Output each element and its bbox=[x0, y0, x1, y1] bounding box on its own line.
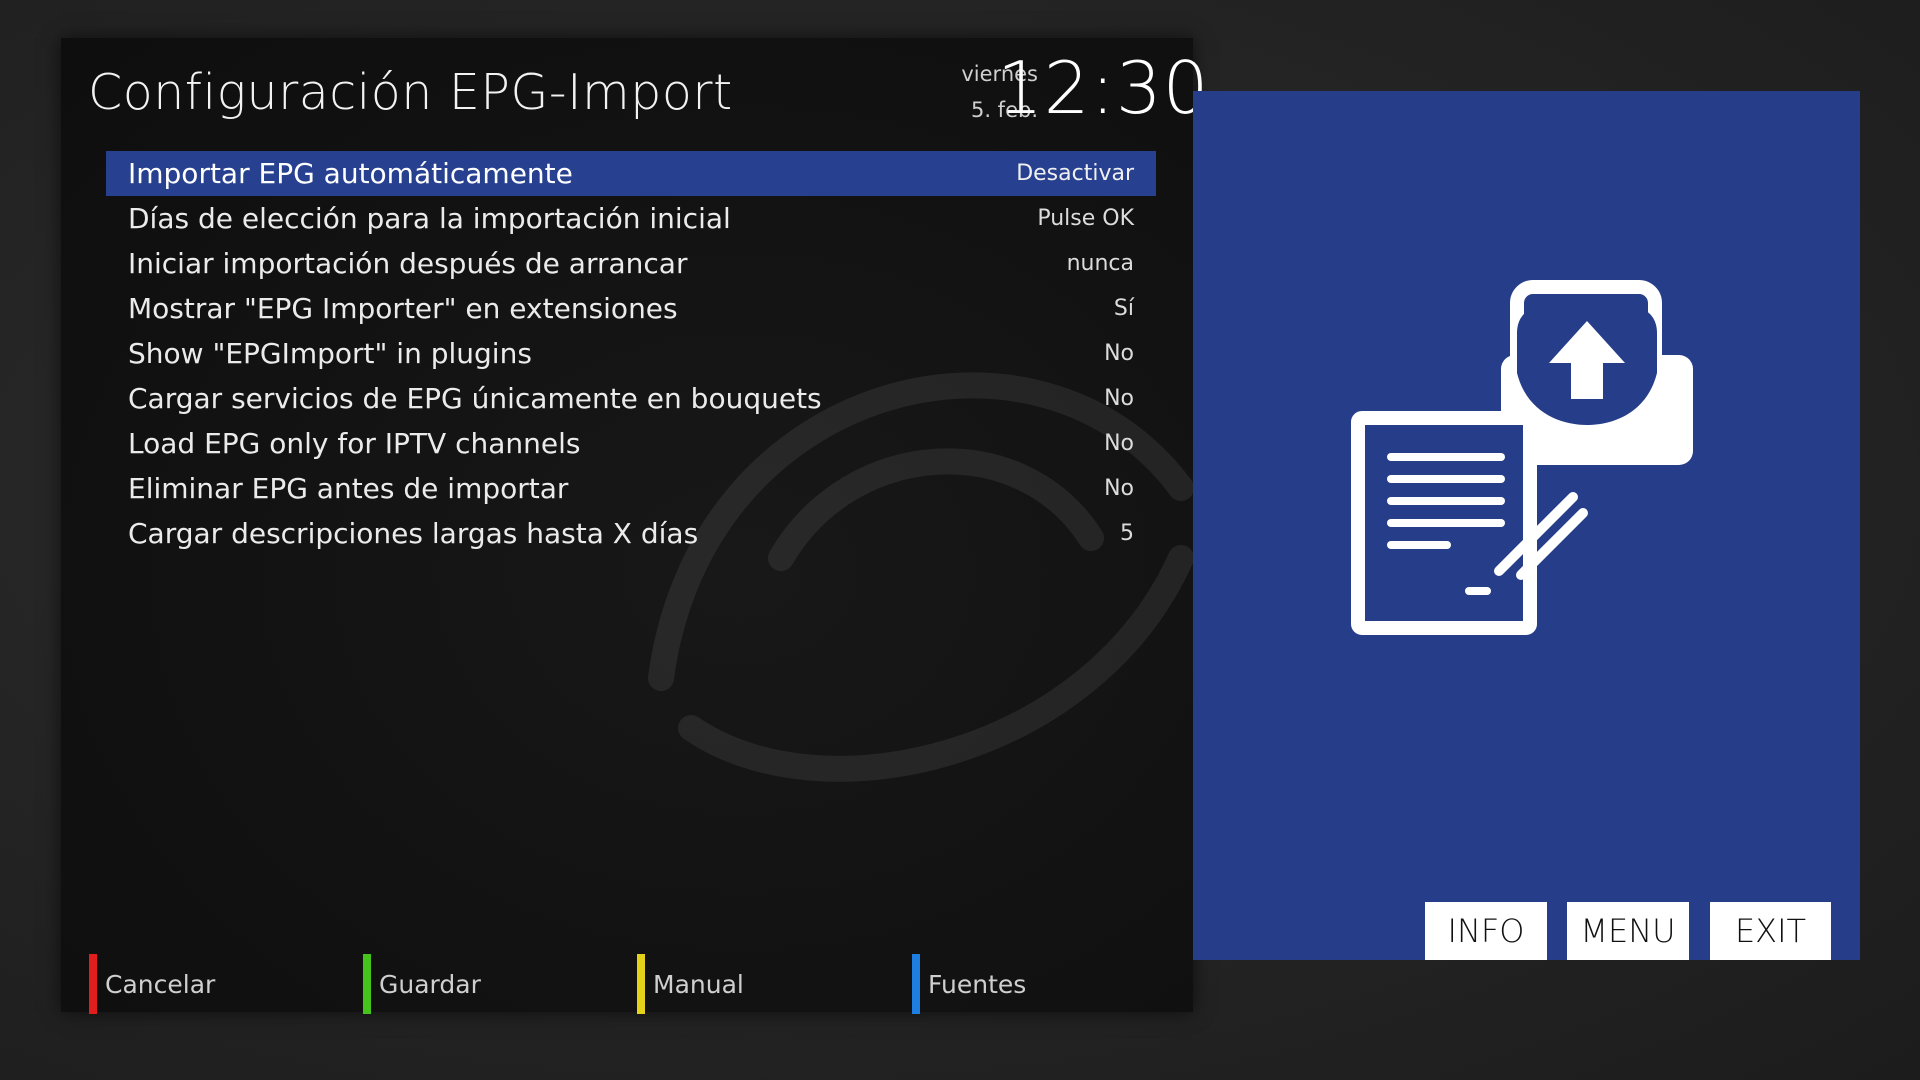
setting-value: nunca bbox=[1066, 251, 1134, 276]
setting-label: Iniciar importación después de arrancar bbox=[128, 247, 688, 280]
info-button[interactable]: INFO bbox=[1425, 902, 1547, 960]
setting-value: No bbox=[1104, 341, 1134, 366]
setting-label: Cargar descripciones largas hasta X días bbox=[128, 517, 699, 550]
setting-row-clear-before-import[interactable]: Eliminar EPG antes de importar No bbox=[106, 466, 1156, 511]
red-key-indicator bbox=[89, 954, 97, 1014]
setting-row-initial-days[interactable]: Días de elección para la importación ini… bbox=[106, 196, 1156, 241]
setting-row-auto-import[interactable]: Importar EPG automáticamente Desactivar bbox=[106, 151, 1156, 196]
menu-button[interactable]: MENU bbox=[1567, 902, 1689, 960]
exit-button[interactable]: EXIT bbox=[1710, 902, 1831, 960]
save-label: Guardar bbox=[379, 969, 481, 999]
setting-value: 5 bbox=[1120, 521, 1134, 546]
manual-label: Manual bbox=[653, 969, 744, 999]
setting-row-bouquets-only[interactable]: Cargar servicios de EPG únicamente en bo… bbox=[106, 376, 1156, 421]
setting-label: Cargar servicios de EPG únicamente en bo… bbox=[128, 382, 822, 415]
blue-key-indicator bbox=[912, 954, 920, 1014]
red-key-cancel[interactable]: Cancelar bbox=[89, 954, 215, 1014]
setting-label: Mostrar "EPG Importer" en extensiones bbox=[128, 292, 678, 325]
setting-label: Load EPG only for IPTV channels bbox=[128, 427, 581, 460]
setting-value: No bbox=[1104, 431, 1134, 456]
settings-list: Importar EPG automáticamente Desactivar … bbox=[106, 151, 1156, 556]
setting-value: Desactivar bbox=[1016, 161, 1134, 186]
setting-label: Días de elección para la importación ini… bbox=[128, 202, 731, 235]
setting-label: Eliminar EPG antes de importar bbox=[128, 472, 569, 505]
sources-label: Fuentes bbox=[928, 969, 1027, 999]
blue-key-sources[interactable]: Fuentes bbox=[912, 954, 1026, 1014]
setting-value: Pulse OK bbox=[1037, 206, 1134, 231]
preview-panel: INFO MENU EXIT bbox=[1193, 91, 1860, 960]
yellow-key-manual[interactable]: Manual bbox=[637, 954, 744, 1014]
main-panel: Configuración EPG-Import viernes 5. feb.… bbox=[61, 38, 1210, 1014]
cancel-label: Cancelar bbox=[105, 969, 216, 999]
document-upload-icon bbox=[1351, 280, 1693, 635]
setting-value: No bbox=[1104, 476, 1134, 501]
green-key-save[interactable]: Guardar bbox=[363, 954, 481, 1014]
setting-row-show-in-extensions[interactable]: Mostrar "EPG Importer" en extensiones Sí bbox=[106, 286, 1156, 331]
setting-row-iptv-only[interactable]: Load EPG only for IPTV channels No bbox=[106, 421, 1156, 466]
setting-value: No bbox=[1104, 386, 1134, 411]
setting-row-import-after-boot[interactable]: Iniciar importación después de arrancar … bbox=[106, 241, 1156, 286]
clock: 12:30 bbox=[997, 46, 1210, 130]
setting-row-long-descriptions-days[interactable]: Cargar descripciones largas hasta X días… bbox=[106, 511, 1156, 556]
setting-label: Importar EPG automáticamente bbox=[128, 157, 573, 190]
page-title: Configuración EPG-Import bbox=[88, 64, 733, 121]
setting-label: Show "EPGImport" in plugins bbox=[128, 337, 532, 370]
green-key-indicator bbox=[363, 954, 371, 1014]
yellow-key-indicator bbox=[637, 954, 645, 1014]
setting-value: Sí bbox=[1113, 296, 1134, 321]
setting-row-show-in-plugins[interactable]: Show "EPGImport" in plugins No bbox=[106, 331, 1156, 376]
